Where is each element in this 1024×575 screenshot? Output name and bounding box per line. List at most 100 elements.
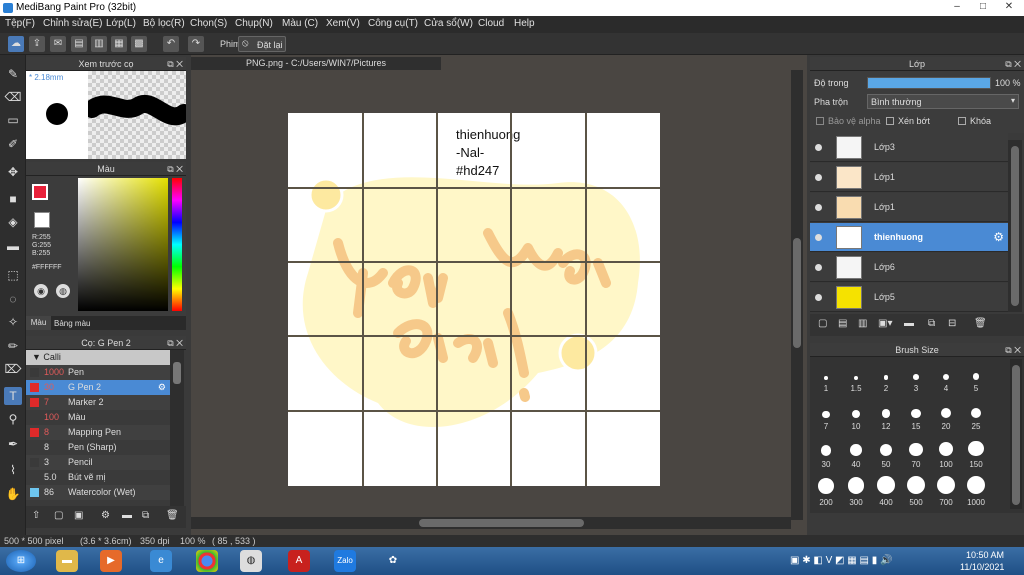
brush-size-option[interactable]: 25	[962, 398, 990, 435]
minimize-button[interactable]: –	[944, 0, 970, 16]
vertical-scrollbar[interactable]	[791, 70, 803, 520]
brush-list-item[interactable]: 8 Pen (Sharp)	[26, 440, 170, 455]
delete-layer-icon[interactable]: 🗑	[974, 318, 987, 329]
menu-help[interactable]: Help	[514, 18, 535, 29]
brush-settings-icon[interactable]: ⚙	[101, 510, 110, 521]
brush-tool-icon[interactable]: ✎	[4, 65, 22, 83]
duplicate-icon[interactable]: ⧉	[142, 510, 149, 521]
duplicate-layer-icon[interactable]: ⧉	[928, 318, 935, 329]
layer-add-menu-icon[interactable]: ▣▾	[878, 318, 892, 329]
tab-color[interactable]: Màu	[26, 316, 51, 330]
comment-icon[interactable]: ✉	[50, 36, 66, 52]
brush-size-option[interactable]: 500	[902, 474, 930, 511]
select-pen-icon[interactable]: ✏	[4, 337, 22, 355]
medibang-icon[interactable]: ◍	[240, 550, 262, 572]
visibility-icon[interactable]	[815, 264, 822, 271]
undo-icon[interactable]: ↶	[163, 36, 179, 52]
brush-list-item[interactable]: 3 Pencil	[26, 455, 170, 470]
menu-file[interactable]: Tệp(F)	[5, 18, 35, 29]
folder-icon[interactable]: ▬	[122, 510, 132, 521]
menu-layer[interactable]: Lớp(L)	[106, 18, 136, 29]
opacity-slider[interactable]	[867, 77, 991, 89]
horizontal-scrollbar[interactable]	[191, 517, 791, 529]
panel-close-icon[interactable]: ⧉ ✕	[167, 162, 183, 176]
brush-scrollbar[interactable]	[170, 350, 184, 510]
message-icon[interactable]: ▤	[71, 36, 87, 52]
panel-icon[interactable]: ▦	[111, 36, 127, 52]
vertical-scroll-thumb[interactable]	[793, 238, 801, 348]
layer-row[interactable]: Lớp5	[810, 283, 1008, 312]
saturation-value-picker[interactable]	[78, 178, 168, 311]
grid-icon[interactable]: ▩	[131, 36, 147, 52]
brush-size-option[interactable]: 4	[932, 360, 960, 397]
brush-size-scroll-thumb[interactable]	[1012, 365, 1020, 505]
menu-select[interactable]: Chọn(S)	[190, 18, 227, 29]
brush-size-option[interactable]: 12	[872, 398, 900, 435]
zalo-icon[interactable]: Zalo	[334, 550, 356, 572]
clipping-checkbox[interactable]	[886, 117, 894, 125]
brush-scroll-thumb[interactable]	[173, 362, 181, 384]
brush-list-item[interactable]: 8 Mapping Pen	[26, 425, 170, 440]
tray-icons[interactable]: ▣ ✱ ◧ V ◩ ▦ ▤ ▮ 🔊	[790, 555, 892, 566]
hue-slider[interactable]	[172, 178, 182, 311]
brush-list-item[interactable]: 30 G Pen 2 ⚙	[26, 380, 170, 395]
move-tool-icon[interactable]: ✥	[4, 163, 22, 181]
visibility-icon[interactable]	[815, 234, 822, 241]
operation-tool-icon[interactable]: ⚲	[4, 410, 22, 428]
layer-scroll-thumb[interactable]	[1011, 146, 1019, 306]
brush-size-option[interactable]: 30	[812, 436, 840, 473]
magic-wand-icon[interactable]: ✧	[4, 313, 22, 331]
brush-list-item[interactable]: 1000 Pen	[26, 365, 170, 380]
text-tool-icon[interactable]: T	[4, 387, 22, 405]
brush-list-item[interactable]: 86 Watercolor (Wet)	[26, 485, 170, 500]
pdf-icon[interactable]: A	[288, 550, 310, 572]
brush-size-option[interactable]: 5	[962, 360, 990, 397]
brush-size-option[interactable]: 100	[932, 436, 960, 473]
media-player-icon[interactable]: ▶	[100, 550, 122, 572]
redo-icon[interactable]: ↷	[188, 36, 204, 52]
tab-palette[interactable]: Bảng màu	[54, 319, 90, 328]
brush-size-option[interactable]: 70	[902, 436, 930, 473]
brush-group-header[interactable]: ▼ Calli	[26, 350, 170, 365]
layer-row[interactable]: thienhuong ⚙	[810, 223, 1008, 252]
new-brush-icon[interactable]: ▢	[54, 510, 63, 521]
brush-size-option[interactable]: 150	[962, 436, 990, 473]
palette-icon[interactable]: ◉	[34, 284, 48, 298]
primary-color-swatch[interactable]	[32, 184, 48, 200]
new-halftone-layer-icon[interactable]: ▤	[838, 318, 847, 329]
ie-icon[interactable]: e	[150, 550, 172, 572]
brush-options-icon[interactable]: ▣	[74, 510, 83, 521]
reset-button[interactable]: ⦸ Đặt lại	[238, 36, 286, 52]
menu-view[interactable]: Xem(V)	[326, 18, 360, 29]
clock-time[interactable]: 10:50 AM	[966, 550, 1004, 560]
clock-date[interactable]: 11/10/2021	[960, 562, 1004, 572]
panel-close-icon[interactable]: ⧉ ✕	[1005, 57, 1021, 71]
menu-color[interactable]: Màu (C)	[282, 18, 318, 29]
brush-list-item[interactable]: 5.0 Bút vẽ mị	[26, 470, 170, 485]
layer-settings-icon[interactable]: ⚙	[993, 230, 1004, 244]
select-eraser-icon[interactable]: ⌦	[4, 360, 22, 378]
start-button[interactable]: ⊞	[6, 550, 36, 572]
visibility-icon[interactable]	[815, 174, 822, 181]
brush-size-option[interactable]: 1.5	[842, 360, 870, 397]
secondary-color-swatch[interactable]	[34, 212, 50, 228]
brush-size-option[interactable]: 20	[932, 398, 960, 435]
brush-size-option[interactable]: 1000	[962, 474, 990, 511]
menu-window[interactable]: Cửa sổ(W)	[424, 18, 473, 29]
layer-folder-icon[interactable]: ▬	[904, 318, 914, 329]
layer-row[interactable]: Lớp1	[810, 163, 1008, 192]
brush-size-option[interactable]: 2	[872, 360, 900, 397]
brush-size-scrollbar[interactable]	[1010, 359, 1022, 509]
panel-close-icon[interactable]: ⧉ ✕	[1005, 343, 1021, 357]
document-tab[interactable]: PNG.png - C:/Users/WIN7/Pictures	[191, 57, 441, 70]
brush-size-option[interactable]: 10	[842, 398, 870, 435]
trash-icon[interactable]: 🗑	[166, 510, 179, 521]
cloud-icon[interactable]: ☁	[8, 36, 24, 52]
eraser-tool-icon[interactable]: ⌫	[4, 88, 22, 106]
pen-tool-icon[interactable]: ✐	[4, 135, 22, 153]
eyedropper-icon[interactable]: ✒	[4, 435, 22, 453]
brush-size-option[interactable]: 700	[932, 474, 960, 511]
brush-size-option[interactable]: 400	[872, 474, 900, 511]
paint-icon[interactable]: ✿	[382, 550, 404, 572]
canvas[interactable]: thienhuong -Nal- #hd247	[288, 113, 660, 486]
